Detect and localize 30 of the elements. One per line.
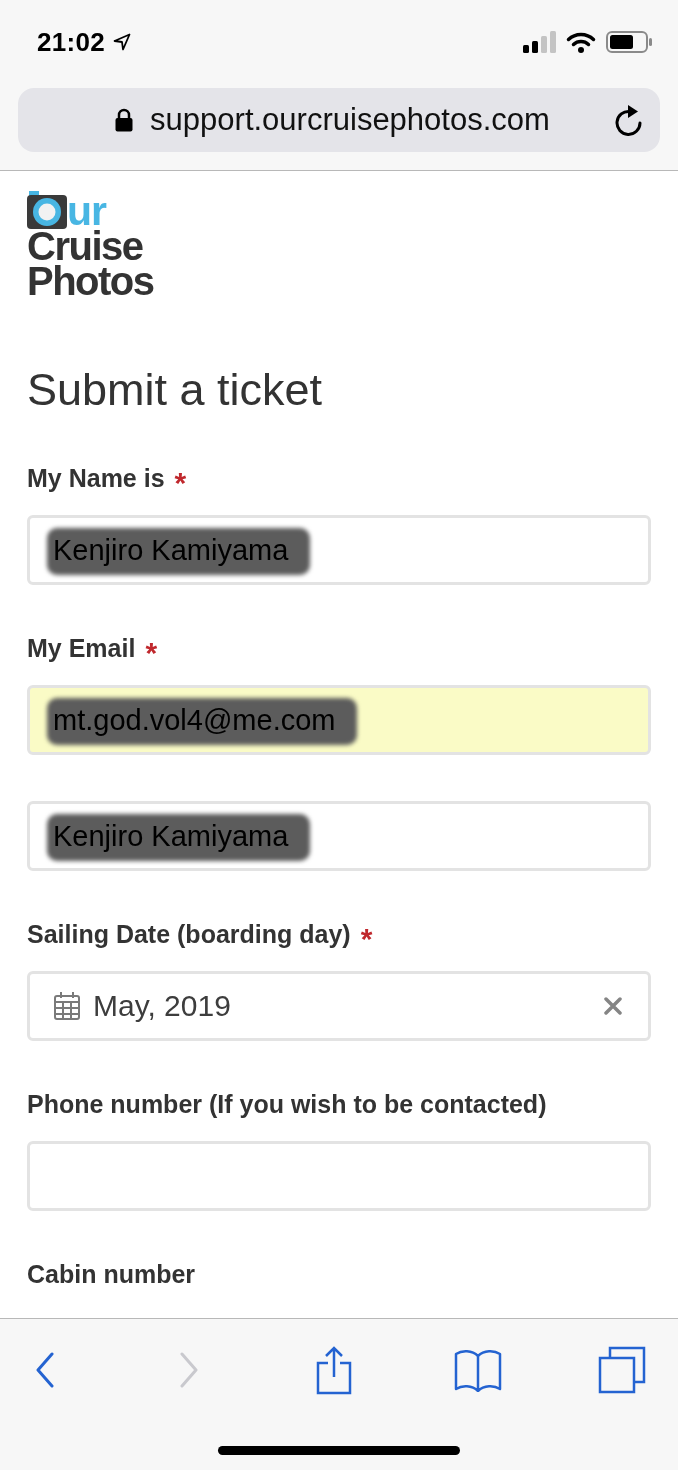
page-title: Submit a ticket	[27, 365, 324, 415]
chevron-left-icon	[35, 1352, 55, 1388]
share-icon	[315, 1345, 352, 1395]
clear-icon	[604, 997, 622, 1015]
field-label: Cabin number	[27, 1259, 196, 1289]
signal-icon	[523, 31, 556, 53]
field-label: Phone number (If you wish to be contacted)	[27, 1089, 547, 1119]
book-icon	[453, 1348, 502, 1392]
url-text[interactable]: support.ourcruisephotos.com	[150, 102, 550, 138]
field-label: My Email	[27, 633, 136, 663]
logo-text: Photos	[27, 264, 154, 299]
calendar-icon	[53, 991, 81, 1021]
wifi-icon	[566, 31, 596, 53]
status-time: 21:02	[37, 26, 105, 58]
logo-text: ur	[67, 193, 106, 229]
reload-icon	[614, 104, 644, 136]
field-label: My Name is	[27, 463, 165, 493]
required-mark: *	[174, 471, 187, 495]
camera-icon	[27, 191, 67, 229]
battery-icon	[606, 31, 652, 53]
chevron-right-icon	[179, 1352, 200, 1388]
field-label: Sailing Date (boarding day)	[27, 919, 351, 949]
tabs-icon	[598, 1346, 646, 1394]
required-mark: *	[360, 927, 373, 951]
required-mark: *	[145, 641, 158, 665]
input-field[interactable]	[27, 1141, 651, 1211]
date-field[interactable]: May, 2019	[27, 971, 651, 1041]
address-bar[interactable]: support.ourcruisephotos.com	[18, 88, 660, 152]
clear-button[interactable]	[602, 995, 624, 1017]
logo-text: Cruise	[27, 229, 143, 264]
